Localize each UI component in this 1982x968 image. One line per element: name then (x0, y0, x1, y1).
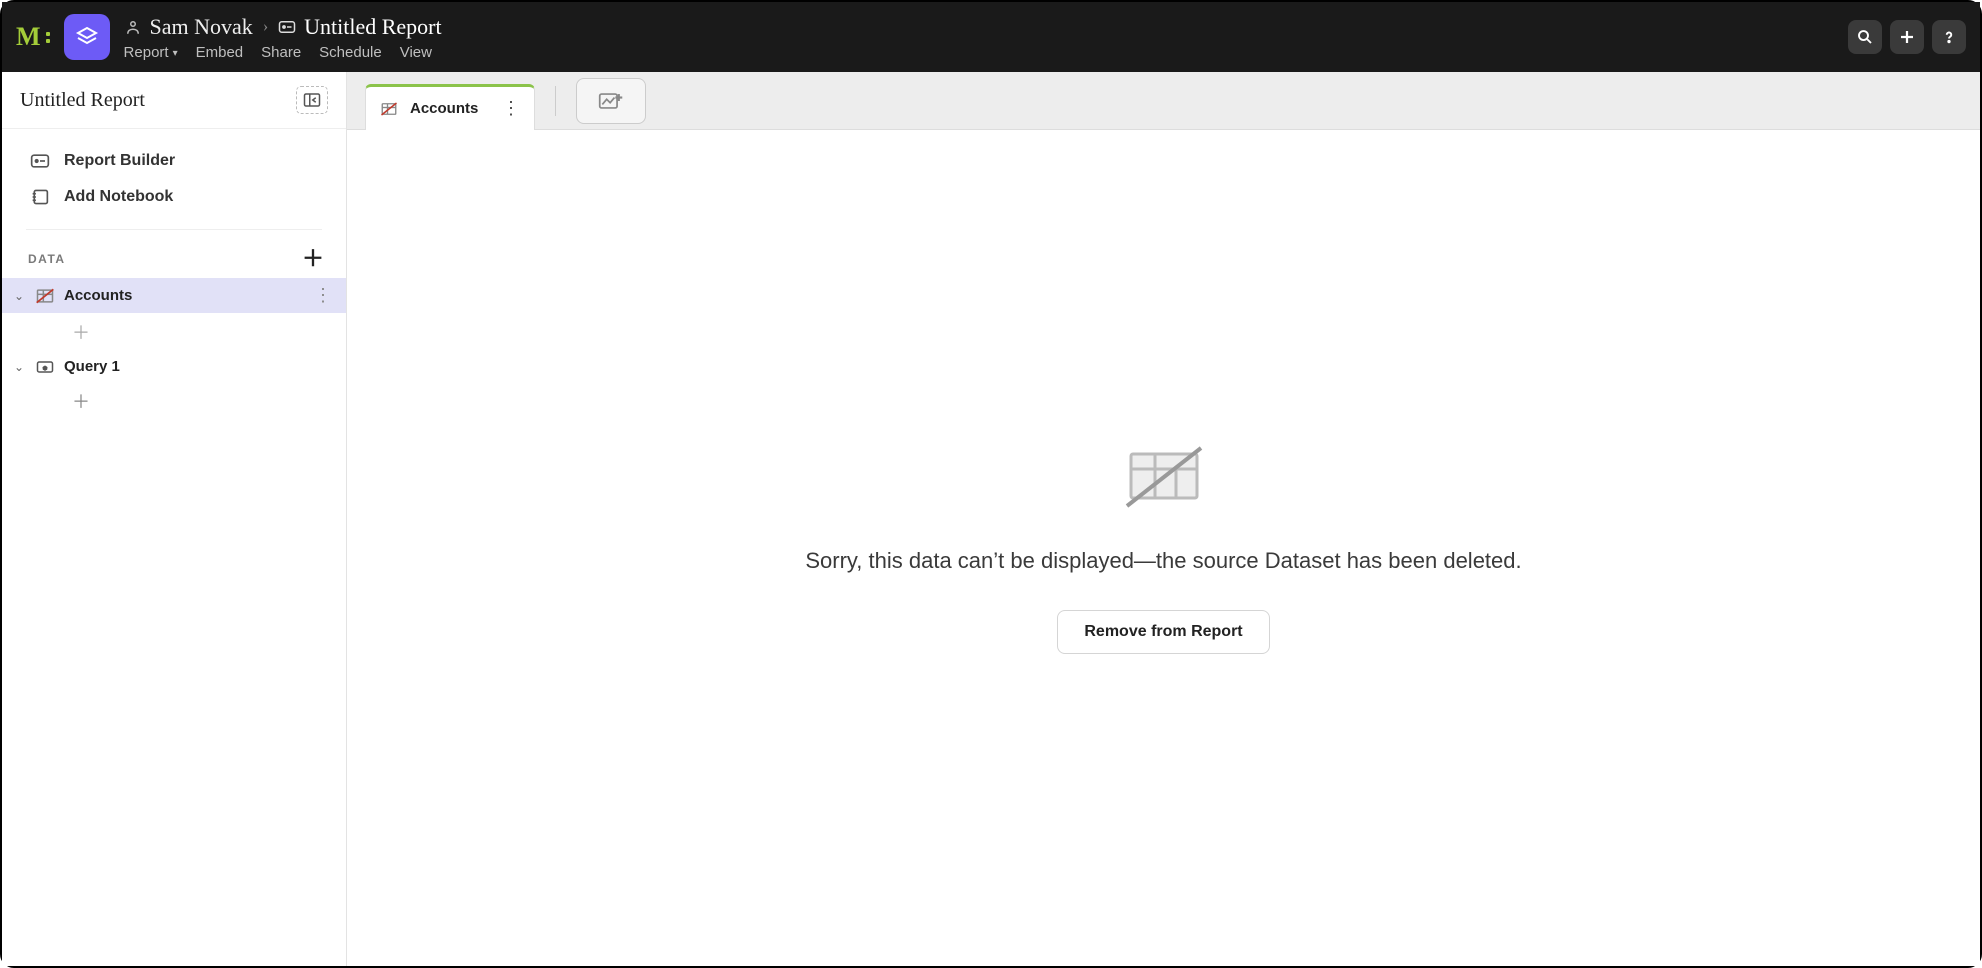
layers-icon (75, 25, 99, 49)
tab-divider (555, 86, 556, 116)
sidebar-header: Untitled Report (2, 72, 346, 129)
data-item-more-button[interactable]: ⋮ (314, 285, 330, 306)
person-icon (124, 18, 142, 36)
menu-share[interactable]: Share (261, 44, 301, 61)
dataset-deleted-illustration (1121, 442, 1207, 512)
menu-schedule[interactable]: Schedule (319, 44, 382, 61)
breadcrumb: Sam Novak › Untitled Report (124, 14, 442, 40)
help-icon (1940, 28, 1958, 46)
menu-view[interactable]: View (400, 44, 432, 61)
dataset-broken-icon (34, 287, 56, 305)
body: Untitled Report Report Builder Add Noteb… (2, 72, 1980, 966)
notebook-icon (30, 188, 50, 206)
sidebar-data-header: DATA ＋ (2, 230, 346, 278)
sidebar: Untitled Report Report Builder Add Noteb… (2, 72, 347, 966)
collapse-sidebar-button[interactable] (296, 86, 328, 114)
data-item-accounts-add[interactable]: ＋ (2, 313, 346, 351)
sidebar-report-builder-label: Report Builder (64, 152, 175, 170)
help-button[interactable] (1932, 20, 1966, 54)
add-data-button[interactable]: ＋ (302, 248, 324, 270)
sidebar-add-notebook-label: Add Notebook (64, 188, 173, 206)
search-icon (1856, 28, 1874, 46)
workspace-switcher[interactable] (64, 14, 110, 60)
panel-collapse-icon (303, 92, 321, 108)
topbar-right (1848, 2, 1966, 72)
chevron-right-icon: › (263, 18, 268, 36)
tab-label: Accounts (410, 100, 490, 117)
data-item-label: Accounts (64, 287, 306, 304)
query-icon: ∗ (34, 359, 56, 375)
chart-plus-icon (598, 90, 624, 112)
report-icon (278, 20, 296, 34)
svg-text:∗: ∗ (43, 363, 48, 372)
data-item-label: Query 1 (64, 358, 330, 375)
caret-down-icon: ▾ (173, 48, 178, 59)
add-button[interactable] (1890, 20, 1924, 54)
topbar: M Sam Novak › Untitled Report Report▾ Em… (2, 2, 1980, 72)
sidebar-report-builder[interactable]: Report Builder (2, 143, 346, 179)
breadcrumb-report[interactable]: Untitled Report (278, 14, 441, 40)
data-item-query1-add[interactable]: ＋ (2, 382, 346, 420)
sidebar-data-label: DATA (28, 252, 66, 266)
menubar: Report▾ Embed Share Schedule View (124, 44, 442, 61)
remove-from-report-button[interactable]: Remove from Report (1057, 610, 1269, 654)
breadcrumb-column: Sam Novak › Untitled Report Report▾ Embe… (124, 14, 442, 61)
chevron-down-icon[interactable]: ⌄ (12, 289, 26, 303)
plus-icon (1898, 28, 1916, 46)
sidebar-links: Report Builder Add Notebook (2, 129, 346, 215)
menu-report[interactable]: Report▾ (124, 44, 178, 61)
sidebar-title: Untitled Report (20, 89, 145, 112)
main: Accounts ⋮ Sorry, this data can’t be dis… (347, 72, 1980, 966)
search-button[interactable] (1848, 20, 1882, 54)
canvas: Sorry, this data can’t be displayed—the … (347, 130, 1980, 966)
tab-accounts[interactable]: Accounts ⋮ (365, 84, 535, 130)
tabstrip: Accounts ⋮ (347, 72, 1980, 130)
tab-more-button[interactable]: ⋮ (502, 98, 520, 119)
sidebar-add-notebook[interactable]: Add Notebook (2, 179, 346, 215)
breadcrumb-workspace[interactable]: Sam Novak (124, 14, 253, 40)
data-item-accounts[interactable]: ⌄ Accounts ⋮ (2, 278, 346, 313)
breadcrumb-report-label: Untitled Report (304, 14, 441, 40)
empty-state-message: Sorry, this data can’t be displayed—the … (805, 548, 1521, 574)
menu-embed[interactable]: Embed (196, 44, 244, 61)
report-builder-icon (30, 153, 50, 169)
app-logo[interactable]: M (16, 22, 50, 52)
chevron-down-icon[interactable]: ⌄ (12, 360, 26, 374)
breadcrumb-workspace-label: Sam Novak (150, 14, 253, 40)
topbar-left: M Sam Novak › Untitled Report Report▾ Em… (16, 2, 442, 72)
dataset-broken-icon (380, 101, 398, 117)
data-item-query1[interactable]: ⌄ ∗ Query 1 (2, 351, 346, 382)
add-visualization-button[interactable] (576, 78, 646, 124)
